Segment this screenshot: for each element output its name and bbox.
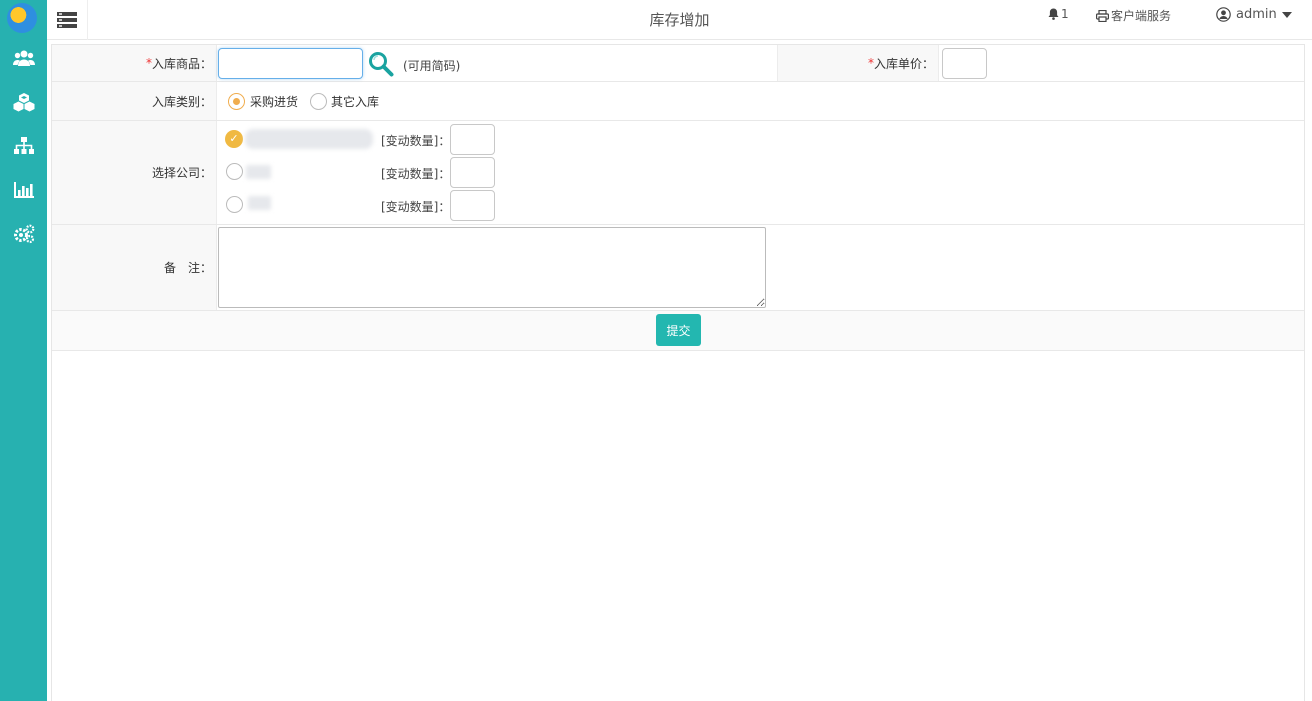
qty-label-3: [变动数量]： (381, 200, 451, 214)
bell-icon (1048, 8, 1059, 20)
form-row-category: 入库类别： 采购进货 其它入库 (52, 82, 1304, 121)
unit-price-input[interactable] (942, 48, 987, 79)
top-bar: 库存增加 1 客户端服务 admin (47, 0, 1312, 40)
company-radio-3[interactable] (226, 196, 243, 213)
category-option-purchase: 采购进货 (250, 95, 299, 109)
company-radio-2[interactable] (226, 163, 243, 180)
form-row-remark: 备 注： (52, 225, 1304, 311)
remark-textarea[interactable] (218, 227, 766, 308)
company-checkbox-1[interactable]: ✓ (225, 130, 243, 148)
qty-input-1[interactable] (450, 124, 495, 155)
notifications-button[interactable]: 1 (1048, 7, 1069, 21)
unit-price-label: * 入库单价： (777, 45, 939, 81)
qty-input-3[interactable] (450, 190, 495, 221)
notification-count: 1 (1061, 7, 1069, 21)
company-name-2-redacted (246, 165, 271, 179)
client-service-label: 客户端服务 (1111, 9, 1172, 23)
users-icon[interactable] (13, 47, 35, 69)
product-label: * 入库商品： (52, 45, 217, 81)
sitemap-icon[interactable] (13, 135, 35, 157)
form-row-submit: 提交 (52, 311, 1304, 351)
category-radio-other[interactable] (310, 93, 327, 110)
search-icon[interactable] (368, 51, 394, 80)
client-service-link[interactable]: 客户端服务 (1096, 7, 1171, 24)
qty-label-2: [变动数量]： (381, 167, 451, 181)
form-row-company: 选择公司： ✓ [变动数量]： [变动数量]： [变动数量]： (52, 121, 1304, 225)
company-name-3-redacted (248, 196, 271, 210)
user-circle-icon (1216, 7, 1231, 22)
product-hint: (可用简码) (403, 59, 461, 73)
remark-label: 备 注： (52, 225, 217, 310)
product-label-text: 入库商品： (151, 56, 212, 71)
app-logo (7, 3, 37, 33)
unit-price-label-text: 入库单价： (873, 56, 934, 71)
product-input[interactable] (218, 48, 363, 79)
qty-input-2[interactable] (450, 157, 495, 188)
content-frame: * 入库商品： (可用简码) * 入库单价： 入库类别： 采购进货 其它入库 选择公… (51, 44, 1305, 701)
bar-chart-icon[interactable] (13, 179, 35, 201)
printer-icon (1096, 9, 1109, 22)
form-row-product: * 入库商品： (可用简码) * 入库单价： (52, 45, 1304, 82)
user-menu[interactable]: admin (1216, 7, 1292, 22)
submit-button[interactable]: 提交 (656, 314, 701, 346)
caret-down-icon (1281, 11, 1292, 18)
company-name-1-redacted (245, 129, 373, 149)
sidebar (0, 0, 47, 701)
company-label: 选择公司： (52, 121, 217, 224)
cubes-icon[interactable] (13, 91, 35, 113)
gears-icon[interactable] (13, 223, 35, 245)
category-radio-purchase[interactable] (228, 93, 245, 110)
category-option-other: 其它入库 (331, 95, 380, 109)
category-label: 入库类别： (52, 82, 217, 120)
qty-label-1: [变动数量]： (381, 134, 451, 148)
user-name: admin (1236, 7, 1277, 22)
